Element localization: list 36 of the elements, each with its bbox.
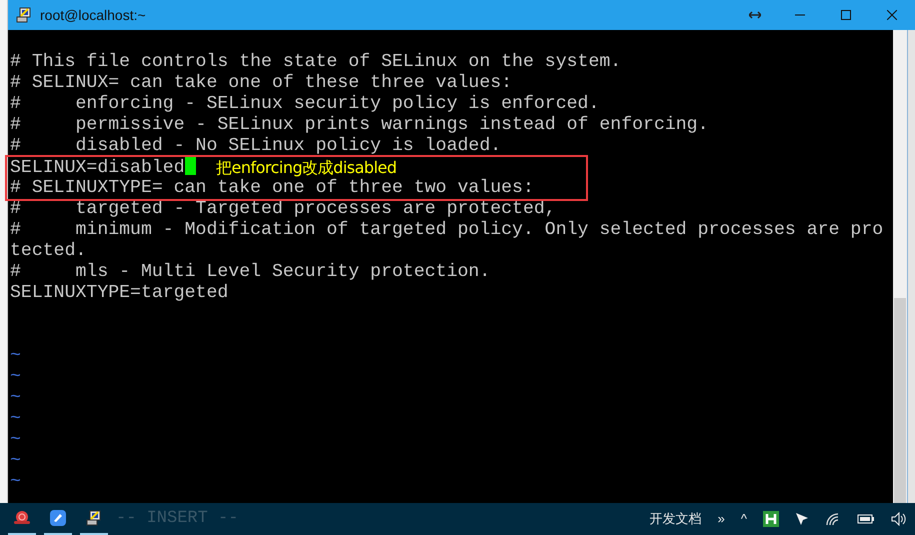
scrollbar[interactable] (893, 30, 907, 503)
wifi-icon[interactable] (825, 512, 841, 526)
overflow-chevron[interactable]: » (718, 509, 725, 529)
battery-icon[interactable] (857, 513, 875, 525)
code-line: # minimum - Modification of targeted policy. Only selected processes are pro (10, 220, 884, 240)
code-line: # enforcing - SELinux security policy is enforced. (10, 94, 600, 114)
code-line: # targeted - Targeted processes are protected, (10, 199, 556, 219)
empty-line-marker: ~ (10, 388, 21, 408)
code-line: # SELINUX= can take one of these three values: (10, 73, 512, 93)
code-line: SELINUX=disabled (10, 158, 185, 178)
resize-arrow-icon[interactable] (749, 11, 761, 19)
empty-line-marker: ~ (10, 367, 21, 387)
annotation-text: 把enforcing改成disabled (216, 157, 397, 178)
show-hidden-icons[interactable]: ^ (740, 509, 747, 529)
code-line: # disabled - No SELinux policy is loaded. (10, 136, 502, 156)
terminal-icon (16, 7, 32, 23)
vim-mode-status: -- INSERT -- (116, 508, 238, 530)
code-line: # This file controls the state of SELinux on the system. (10, 52, 622, 72)
scrollbar-thumb[interactable] (894, 298, 906, 503)
maximize-icon (841, 10, 851, 20)
window-title: root@localhost:~ (40, 6, 146, 24)
empty-line-marker: ~ (10, 451, 21, 471)
pointer-icon[interactable] (795, 512, 809, 526)
empty-line-marker: ~ (10, 346, 21, 366)
code-line: # permissive - SELinux prints warnings instead of enforcing. (10, 115, 709, 135)
empty-line-marker: ~ (10, 472, 21, 492)
speaker-icon[interactable] (891, 512, 907, 526)
code-line: # mls - Multi Level Security protection. (10, 262, 490, 282)
code-line: SELINUXTYPE=targeted (10, 283, 228, 303)
close-icon (887, 10, 897, 20)
empty-line-marker: ~ (10, 409, 21, 429)
code-line: tected. (10, 241, 86, 261)
empty-line-marker: ~ (10, 430, 21, 450)
toolbar-label[interactable]: 开发文档 (650, 509, 702, 529)
h-letter-icon[interactable] (763, 511, 779, 527)
code-line: # SELINUXTYPE= can take one of three two values: (10, 178, 534, 198)
